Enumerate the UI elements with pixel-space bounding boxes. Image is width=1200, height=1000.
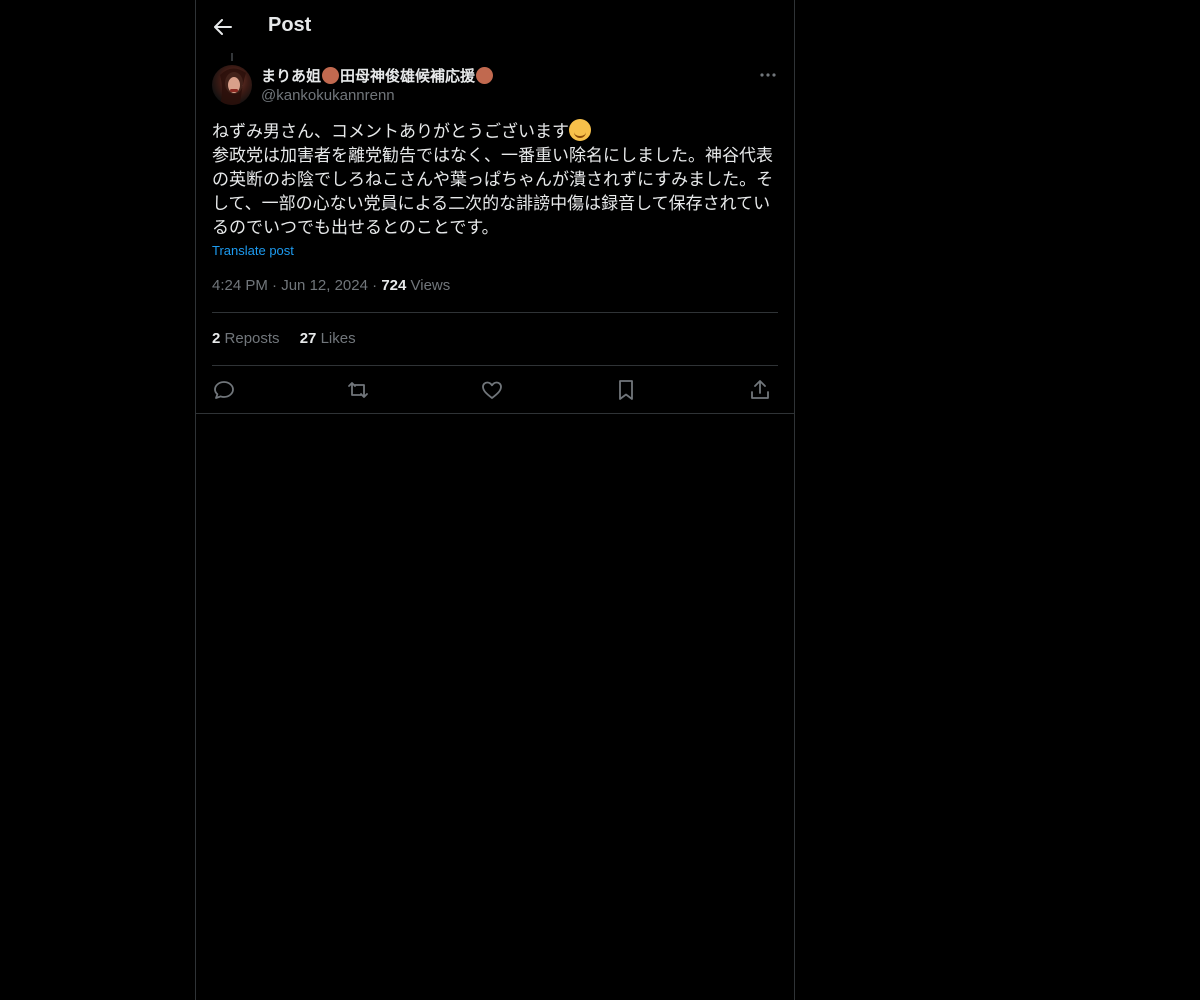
header: Post [196,0,794,53]
bookmark-icon [619,380,633,400]
views-count: 724 [381,277,407,294]
reposts-label: Reposts [224,330,280,347]
reposts-stat[interactable]: 2 Reposts [212,330,280,347]
post-text: ねずみ男さん、コメントありがとうございます 参政党は加害者を離党勧告ではなく、一… [212,119,778,240]
more-icon [760,73,776,77]
bookmark-button[interactable] [614,378,638,402]
share-icon [751,380,769,399]
page-title: Post [268,14,312,36]
reply-icon [214,381,234,399]
brown-circle-emoji [322,67,340,84]
author-name[interactable]: まりあ姐 田母神俊雄候補応援 [261,65,494,86]
like-icon [482,381,502,399]
more-options-button[interactable] [756,65,780,85]
likes-count: 27 [299,330,317,347]
views-label: Views [410,277,451,294]
smiling-face-emoji [569,119,591,141]
post-text-line1: ねずみ男さん、コメントありがとうございます [212,122,569,141]
meta-separator: · [372,277,378,294]
repost-button[interactable] [346,378,370,402]
reply-button[interactable] [212,378,236,402]
post-meta: 4:24 PM · Jun 12, 2024 · 724 Views [212,277,450,294]
author-name-middle: 田母神俊雄候補応援 [340,68,476,85]
brown-circle-emoji [476,67,494,84]
back-button[interactable] [212,14,234,40]
arrow-left-icon [214,19,232,35]
post-stats: 2 Reposts 27 Likes [212,330,372,347]
thread-connector [231,53,233,61]
post-time[interactable]: 4:24 PM [212,277,268,294]
action-bar [212,378,778,402]
meta-separator: · [272,277,278,294]
likes-stat[interactable]: 27 Likes [300,330,356,347]
reposts-count: 2 [212,330,221,347]
author-name-prefix: まりあ姐 [261,68,322,85]
divider [196,413,794,414]
likes-label: Likes [320,330,356,347]
translate-post-link[interactable]: Translate post [212,243,294,258]
post-column: Post まりあ姐 田母神俊雄候補応援 @kankokukannrenn ねずみ… [195,0,795,1000]
divider [212,312,778,313]
avatar-photo [220,68,246,105]
post-date[interactable]: Jun 12, 2024 [281,277,368,294]
post-text-body: 参政党は加害者を離党勧告ではなく、一番重い除名にしました。神谷代表の英断のお陰で… [212,146,774,237]
avatar[interactable] [212,65,252,105]
repost-icon [348,382,368,398]
share-button[interactable] [748,378,772,402]
author-handle[interactable]: @kankokukannrenn [261,87,395,104]
like-button[interactable] [480,378,504,402]
divider [212,365,778,366]
